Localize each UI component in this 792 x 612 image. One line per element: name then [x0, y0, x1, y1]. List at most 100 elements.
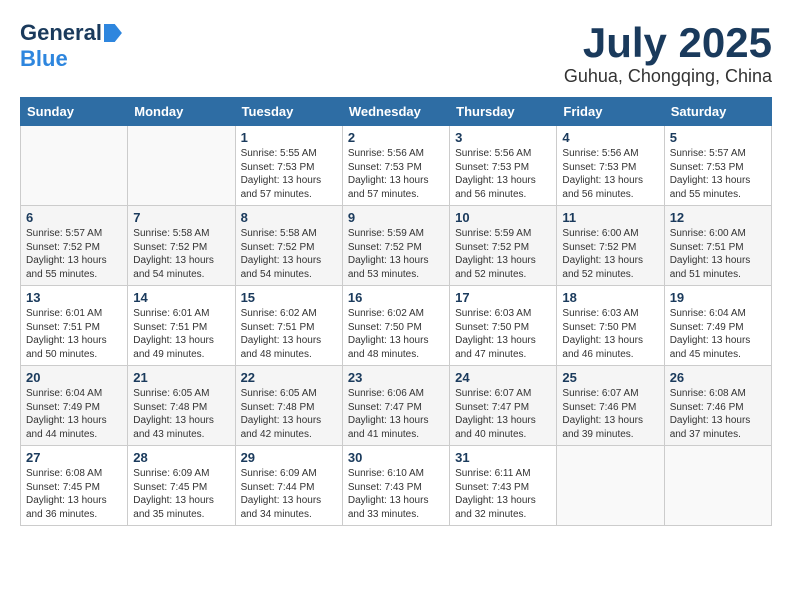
cell-content: Sunrise: 5:56 AM Sunset: 7:53 PM Dayligh…: [348, 147, 444, 201]
calendar-cell: 25 Sunrise: 6:07 AM Sunset: 7:46 PM Dayli…: [557, 366, 664, 446]
cell-content: Sunrise: 6:09 AM Sunset: 7:44 PM Dayligh…: [241, 467, 337, 521]
calendar-cell: 15 Sunrise: 6:02 AM Sunset: 7:51 PM Dayli…: [235, 286, 342, 366]
day-number: 8: [241, 210, 337, 225]
day-number: 1: [241, 130, 337, 145]
calendar-cell: 29 Sunrise: 6:09 AM Sunset: 7:44 PM Dayli…: [235, 446, 342, 526]
calendar-week-row: 6 Sunrise: 5:57 AM Sunset: 7:52 PM Daylig…: [21, 206, 772, 286]
calendar-cell: 17 Sunrise: 6:03 AM Sunset: 7:50 PM Dayli…: [450, 286, 557, 366]
calendar-week-row: 13 Sunrise: 6:01 AM Sunset: 7:51 PM Dayli…: [21, 286, 772, 366]
day-number: 24: [455, 370, 551, 385]
day-number: 27: [26, 450, 122, 465]
calendar-cell: 2Sunrise: 5:56 AM Sunset: 7:53 PM Daylig…: [342, 126, 449, 206]
calendar-cell: 30 Sunrise: 6:10 AM Sunset: 7:43 PM Dayli…: [342, 446, 449, 526]
cell-content: Sunrise: 6:00 AM Sunset: 7:51 PM Dayligh…: [670, 227, 766, 281]
calendar-week-row: 27 Sunrise: 6:08 AM Sunset: 7:45 PM Dayli…: [21, 446, 772, 526]
day-of-week-header: Friday: [557, 98, 664, 126]
calendar-table: SundayMondayTuesdayWednesdayThursdayFrid…: [20, 97, 772, 526]
day-number: 7: [133, 210, 229, 225]
cell-content: Sunrise: 6:02 AM Sunset: 7:50 PM Dayligh…: [348, 307, 444, 361]
day-of-week-header: Saturday: [664, 98, 771, 126]
day-number: 15: [241, 290, 337, 305]
cell-content: Sunrise: 5:59 AM Sunset: 7:52 PM Dayligh…: [455, 227, 551, 281]
day-of-week-header: Thursday: [450, 98, 557, 126]
day-number: 5: [670, 130, 766, 145]
cell-content: Sunrise: 5:59 AM Sunset: 7:52 PM Dayligh…: [348, 227, 444, 281]
cell-content: Sunrise: 6:04 AM Sunset: 7:49 PM Dayligh…: [670, 307, 766, 361]
title-section: July 2025 Guhua, Chongqing, China: [564, 20, 772, 87]
logo: General Blue: [20, 20, 122, 72]
calendar-cell: 13 Sunrise: 6:01 AM Sunset: 7:51 PM Dayli…: [21, 286, 128, 366]
day-number: 10: [455, 210, 551, 225]
calendar-header-row: SundayMondayTuesdayWednesdayThursdayFrid…: [21, 98, 772, 126]
cell-content: Sunrise: 5:56 AM Sunset: 7:53 PM Dayligh…: [455, 147, 551, 201]
calendar-cell: [557, 446, 664, 526]
day-of-week-header: Monday: [128, 98, 235, 126]
cell-content: Sunrise: 6:09 AM Sunset: 7:45 PM Dayligh…: [133, 467, 229, 521]
calendar-cell: 31 Sunrise: 6:11 AM Sunset: 7:43 PM Dayli…: [450, 446, 557, 526]
day-number: 30: [348, 450, 444, 465]
page-header: General Blue July 2025 Guhua, Chongqing,…: [20, 20, 772, 87]
cell-content: Sunrise: 6:05 AM Sunset: 7:48 PM Dayligh…: [241, 387, 337, 441]
cell-content: Sunrise: 5:57 AM Sunset: 7:52 PM Dayligh…: [26, 227, 122, 281]
cell-content: Sunrise: 5:56 AM Sunset: 7:53 PM Dayligh…: [562, 147, 658, 201]
day-number: 4: [562, 130, 658, 145]
day-number: 28: [133, 450, 229, 465]
cell-content: Sunrise: 5:58 AM Sunset: 7:52 PM Dayligh…: [133, 227, 229, 281]
calendar-cell: [21, 126, 128, 206]
day-number: 13: [26, 290, 122, 305]
cell-content: Sunrise: 6:00 AM Sunset: 7:52 PM Dayligh…: [562, 227, 658, 281]
day-number: 11: [562, 210, 658, 225]
day-number: 26: [670, 370, 766, 385]
calendar-cell: 4 Sunrise: 5:56 AM Sunset: 7:53 PM Daylig…: [557, 126, 664, 206]
cell-content: Sunrise: 5:57 AM Sunset: 7:53 PM Dayligh…: [670, 147, 766, 201]
day-number: 3: [455, 130, 551, 145]
cell-content: Sunrise: 6:05 AM Sunset: 7:48 PM Dayligh…: [133, 387, 229, 441]
logo-general-text: General: [20, 20, 102, 46]
cell-content: Sunrise: 6:06 AM Sunset: 7:47 PM Dayligh…: [348, 387, 444, 441]
day-number: 17: [455, 290, 551, 305]
cell-content: Sunrise: 6:04 AM Sunset: 7:49 PM Dayligh…: [26, 387, 122, 441]
day-number: 31: [455, 450, 551, 465]
calendar-cell: [128, 126, 235, 206]
calendar-cell: 10 Sunrise: 5:59 AM Sunset: 7:52 PM Dayli…: [450, 206, 557, 286]
calendar-cell: 5 Sunrise: 5:57 AM Sunset: 7:53 PM Daylig…: [664, 126, 771, 206]
day-number: 16: [348, 290, 444, 305]
cell-content: Sunrise: 6:11 AM Sunset: 7:43 PM Dayligh…: [455, 467, 551, 521]
day-number: 12: [670, 210, 766, 225]
calendar-cell: 21 Sunrise: 6:05 AM Sunset: 7:48 PM Dayli…: [128, 366, 235, 446]
calendar-cell: 22 Sunrise: 6:05 AM Sunset: 7:48 PM Dayli…: [235, 366, 342, 446]
day-number: 21: [133, 370, 229, 385]
day-number: 22: [241, 370, 337, 385]
day-number: 18: [562, 290, 658, 305]
location-title: Guhua, Chongqing, China: [564, 66, 772, 87]
calendar-cell: 7 Sunrise: 5:58 AM Sunset: 7:52 PM Daylig…: [128, 206, 235, 286]
day-of-week-header: Sunday: [21, 98, 128, 126]
day-of-week-header: Tuesday: [235, 98, 342, 126]
calendar-cell: 1Sunrise: 5:55 AM Sunset: 7:53 PM Daylig…: [235, 126, 342, 206]
calendar-cell: 11 Sunrise: 6:00 AM Sunset: 7:52 PM Dayli…: [557, 206, 664, 286]
cell-content: Sunrise: 6:02 AM Sunset: 7:51 PM Dayligh…: [241, 307, 337, 361]
cell-content: Sunrise: 6:03 AM Sunset: 7:50 PM Dayligh…: [562, 307, 658, 361]
day-number: 20: [26, 370, 122, 385]
cell-content: Sunrise: 6:07 AM Sunset: 7:47 PM Dayligh…: [455, 387, 551, 441]
cell-content: Sunrise: 6:10 AM Sunset: 7:43 PM Dayligh…: [348, 467, 444, 521]
cell-content: Sunrise: 6:07 AM Sunset: 7:46 PM Dayligh…: [562, 387, 658, 441]
cell-content: Sunrise: 6:01 AM Sunset: 7:51 PM Dayligh…: [26, 307, 122, 361]
day-number: 29: [241, 450, 337, 465]
calendar-cell: 8Sunrise: 5:58 AM Sunset: 7:52 PM Daylig…: [235, 206, 342, 286]
cell-content: Sunrise: 6:08 AM Sunset: 7:45 PM Dayligh…: [26, 467, 122, 521]
day-number: 14: [133, 290, 229, 305]
cell-content: Sunrise: 6:01 AM Sunset: 7:51 PM Dayligh…: [133, 307, 229, 361]
calendar-cell: 28 Sunrise: 6:09 AM Sunset: 7:45 PM Dayli…: [128, 446, 235, 526]
calendar-cell: 24 Sunrise: 6:07 AM Sunset: 7:47 PM Dayli…: [450, 366, 557, 446]
calendar-cell: 20 Sunrise: 6:04 AM Sunset: 7:49 PM Dayli…: [21, 366, 128, 446]
day-number: 25: [562, 370, 658, 385]
cell-content: Sunrise: 6:03 AM Sunset: 7:50 PM Dayligh…: [455, 307, 551, 361]
day-number: 6: [26, 210, 122, 225]
calendar-week-row: 1Sunrise: 5:55 AM Sunset: 7:53 PM Daylig…: [21, 126, 772, 206]
day-number: 23: [348, 370, 444, 385]
logo-blue-text: Blue: [20, 46, 68, 72]
calendar-cell: 27 Sunrise: 6:08 AM Sunset: 7:45 PM Dayli…: [21, 446, 128, 526]
calendar-cell: 16 Sunrise: 6:02 AM Sunset: 7:50 PM Dayli…: [342, 286, 449, 366]
calendar-cell: 6 Sunrise: 5:57 AM Sunset: 7:52 PM Daylig…: [21, 206, 128, 286]
